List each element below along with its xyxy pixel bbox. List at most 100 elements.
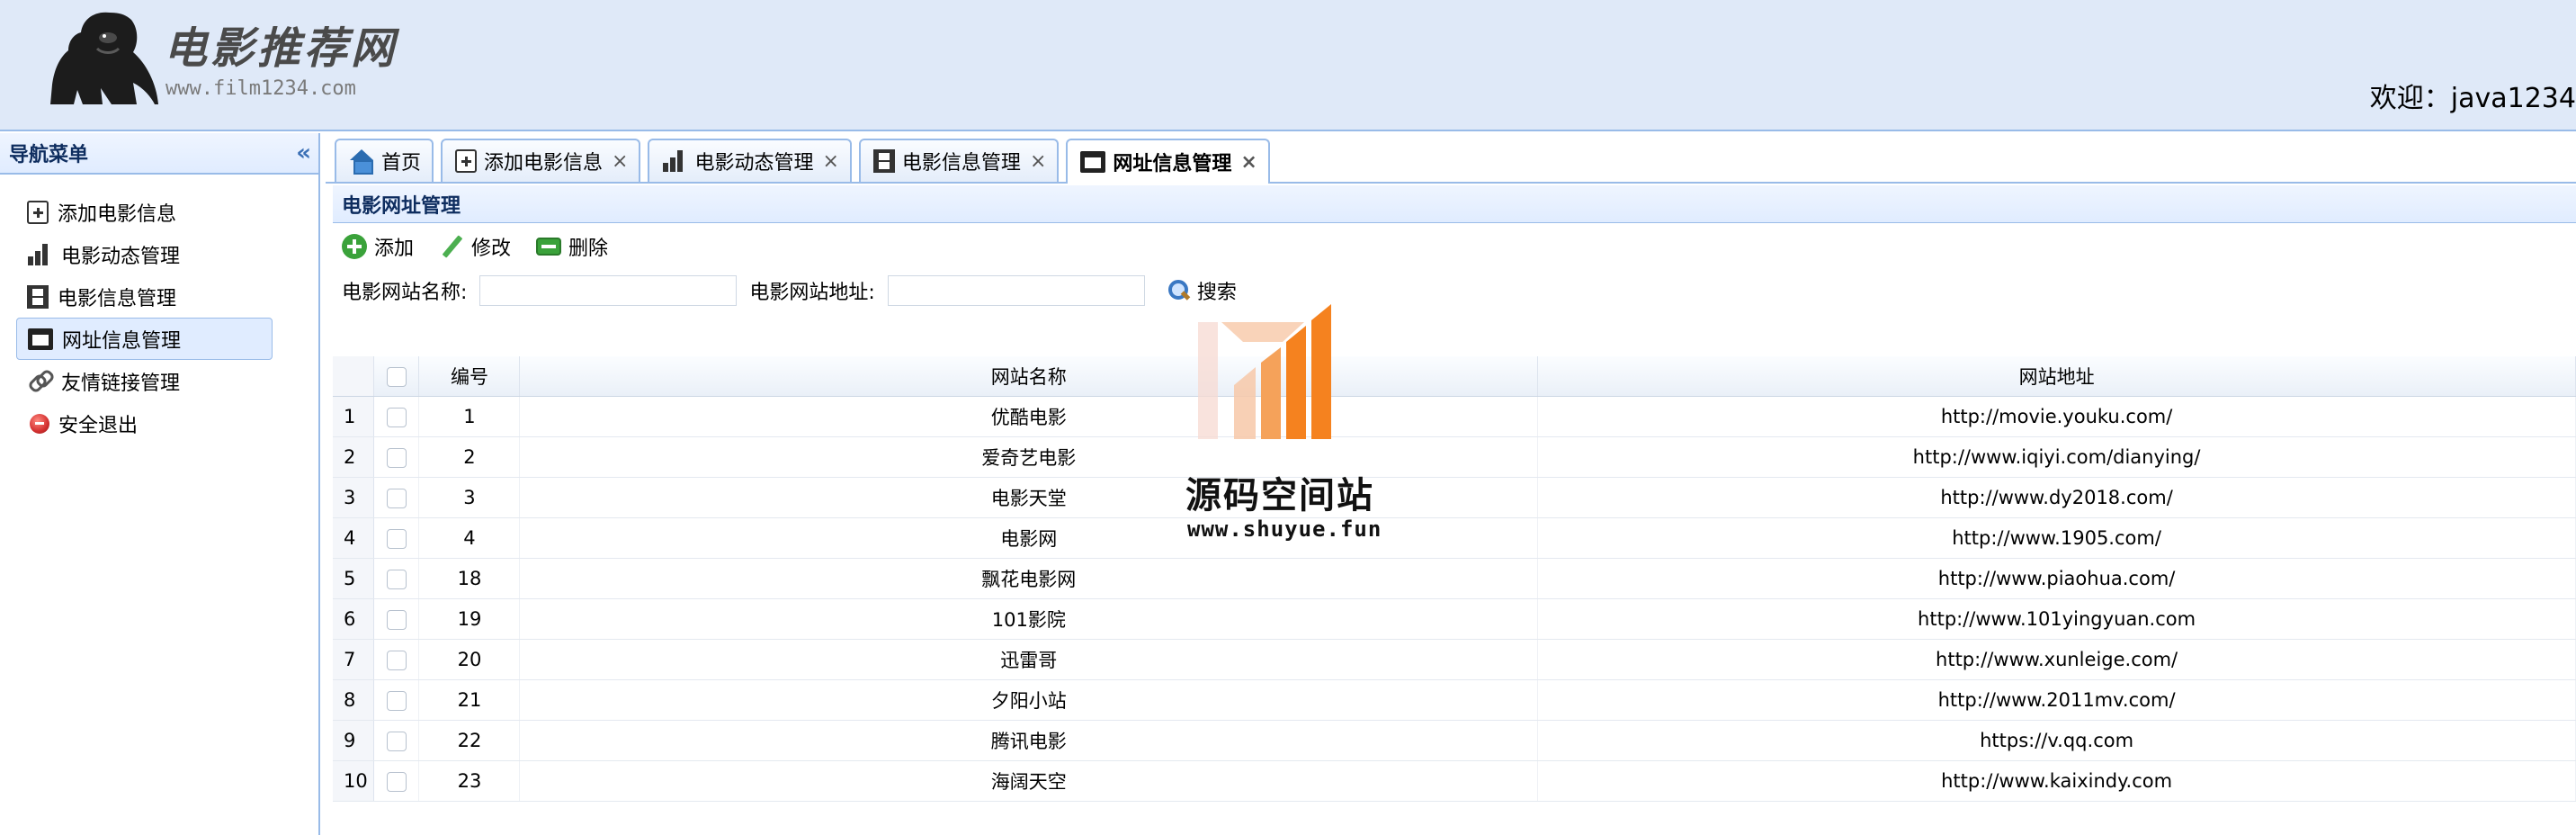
row-number: 8 xyxy=(333,679,375,721)
add-button-label: 添加 xyxy=(374,238,415,260)
row-site-name: 爱奇艺电影 xyxy=(519,436,1539,478)
table-row[interactable]: 7 20 迅雷哥 http://www.xunleige.com/ xyxy=(333,639,2576,680)
close-icon[interactable]: × xyxy=(822,150,838,173)
select-all-checkbox[interactable] xyxy=(386,366,407,387)
table-row[interactable]: 9 22 腾讯电影 https://v.qq.com xyxy=(333,720,2576,761)
column-header-id[interactable]: 编号 xyxy=(418,356,521,397)
search-icon xyxy=(1167,278,1192,303)
close-icon[interactable]: × xyxy=(1240,151,1257,174)
row-checkbox[interactable] xyxy=(386,650,407,670)
row-number: 5 xyxy=(333,558,375,599)
row-id: 21 xyxy=(418,679,521,721)
website-icon xyxy=(1080,151,1106,173)
site-name-input[interactable] xyxy=(479,275,738,306)
row-checkbox[interactable] xyxy=(386,528,407,549)
collapse-icon[interactable]: « xyxy=(296,139,311,166)
add-icon xyxy=(455,149,478,173)
site-url-input[interactable] xyxy=(887,275,1145,306)
row-checkbox-cell xyxy=(373,436,420,478)
add-icon xyxy=(27,200,49,224)
tab-website-info[interactable]: 网址信息管理 × xyxy=(1066,139,1270,184)
sidebar-nav: 导航菜单 « 添加电影信息 电影动态管理 电影信息管理 网址信息管理 友情链接管… xyxy=(0,133,320,835)
table-row[interactable]: 8 21 夕阳小站 http://www.2011mv.com/ xyxy=(333,679,2576,721)
delete-button[interactable]: 删除 xyxy=(536,232,608,261)
row-number: 7 xyxy=(333,639,375,680)
close-icon[interactable]: × xyxy=(1030,150,1046,173)
row-checkbox[interactable] xyxy=(386,609,407,630)
row-checkbox[interactable] xyxy=(386,771,407,792)
row-id: 23 xyxy=(418,760,521,802)
row-number: 2 xyxy=(333,436,375,478)
row-checkbox[interactable] xyxy=(386,569,407,589)
row-checkbox-cell xyxy=(373,477,420,518)
row-checkbox-cell xyxy=(373,517,420,559)
row-checkbox-cell xyxy=(373,679,420,721)
nav-header: 导航菜单 « xyxy=(0,133,318,175)
row-checkbox[interactable] xyxy=(386,447,407,468)
sidebar-item-friend-links[interactable]: 友情链接管理 xyxy=(16,360,273,402)
row-site-url: http://movie.youku.com/ xyxy=(1537,396,2576,437)
sidebar-item-label: 电影动态管理 xyxy=(61,245,181,268)
app-header: 电影推荐网 www.film1234.com 欢迎：java1234 xyxy=(0,0,2576,131)
row-checkbox[interactable] xyxy=(386,690,407,711)
row-site-name: 电影网 xyxy=(519,517,1539,559)
row-number: 3 xyxy=(333,477,375,518)
sidebar-item-movie-news[interactable]: 电影动态管理 xyxy=(16,233,273,275)
table-row[interactable]: 5 18 飘花电影网 http://www.piaohua.com/ xyxy=(333,558,2576,599)
tab-label: 电影动态管理 xyxy=(694,152,814,175)
select-all-cell xyxy=(373,356,420,397)
tab-movie-news[interactable]: 电影动态管理 × xyxy=(648,139,852,182)
edit-button-label: 修改 xyxy=(471,238,512,260)
pencil-icon xyxy=(439,234,464,259)
tab-label: 电影信息管理 xyxy=(901,152,1021,175)
row-checkbox-cell xyxy=(373,760,420,802)
table-row[interactable]: 3 3 电影天堂 http://www.dy2018.com/ xyxy=(333,477,2576,518)
column-header-name[interactable]: 网站名称 xyxy=(519,356,1539,397)
tab-label: 首页 xyxy=(381,152,422,175)
table-row[interactable]: 2 2 爱奇艺电影 http://www.iqiyi.com/dianying/ xyxy=(333,436,2576,478)
table-row[interactable]: 6 19 101影院 http://www.101yingyuan.com xyxy=(333,598,2576,640)
row-site-name: 飘花电影网 xyxy=(519,558,1539,599)
tab-label: 网址信息管理 xyxy=(1113,153,1232,175)
sidebar-item-logout[interactable]: 安全退出 xyxy=(16,402,273,444)
row-checkbox-cell xyxy=(373,558,420,599)
table-header-row: 编号 网站名称 网站地址 xyxy=(333,356,2576,397)
sidebar-item-label: 电影信息管理 xyxy=(58,287,177,310)
logo-url: www.film1234.com xyxy=(165,77,356,100)
search-button[interactable]: 搜索 xyxy=(1167,276,1237,305)
add-button[interactable]: 添加 xyxy=(342,232,414,261)
edit-button[interactable]: 修改 xyxy=(439,232,511,261)
link-icon xyxy=(27,369,52,394)
sidebar-item-movie-info[interactable]: 电影信息管理 xyxy=(16,275,273,318)
website-icon xyxy=(28,328,53,350)
tab-movie-info[interactable]: 电影信息管理 × xyxy=(858,139,1060,182)
row-site-url: https://v.qq.com xyxy=(1537,720,2576,761)
sidebar-item-label: 网址信息管理 xyxy=(62,329,182,353)
row-number: 6 xyxy=(333,598,375,640)
delete-button-label: 删除 xyxy=(568,238,609,260)
row-number: 9 xyxy=(333,720,375,761)
tab-add-movie[interactable]: 添加电影信息 × xyxy=(441,139,641,182)
tab-home[interactable]: 首页 xyxy=(335,139,434,182)
close-icon[interactable]: × xyxy=(612,150,628,173)
column-header-url[interactable]: 网站地址 xyxy=(1537,356,2576,397)
row-checkbox[interactable] xyxy=(386,488,407,508)
tab-label: 添加电影信息 xyxy=(484,152,604,175)
table-row[interactable]: 4 4 电影网 http://www.1905.com/ xyxy=(333,517,2576,559)
row-id: 18 xyxy=(418,558,521,599)
main-area: 首页 添加电影信息 × 电影动态管理 × 电影信息管理 × 网址信息管理 × 电… xyxy=(326,133,2576,835)
row-site-url: http://www.piaohua.com/ xyxy=(1537,558,2576,599)
minus-icon xyxy=(536,238,562,256)
watermark-text: 源码空间站 xyxy=(1185,475,1374,516)
bar-chart-icon xyxy=(27,242,52,267)
row-number: 1 xyxy=(333,396,375,437)
film-icon xyxy=(872,149,895,173)
row-checkbox[interactable] xyxy=(386,731,407,751)
sidebar-item-add-movie[interactable]: 添加电影信息 xyxy=(16,191,273,233)
row-site-url: http://www.kaixindy.com xyxy=(1537,760,2576,802)
sidebar-item-website-info[interactable]: 网址信息管理 xyxy=(16,318,273,360)
row-checkbox[interactable] xyxy=(386,407,407,427)
table-row[interactable]: 1 1 优酷电影 http://movie.youku.com/ xyxy=(333,396,2576,437)
table-row[interactable]: 10 23 海阔天空 http://www.kaixindy.com xyxy=(333,760,2576,802)
row-id: 19 xyxy=(418,598,521,640)
